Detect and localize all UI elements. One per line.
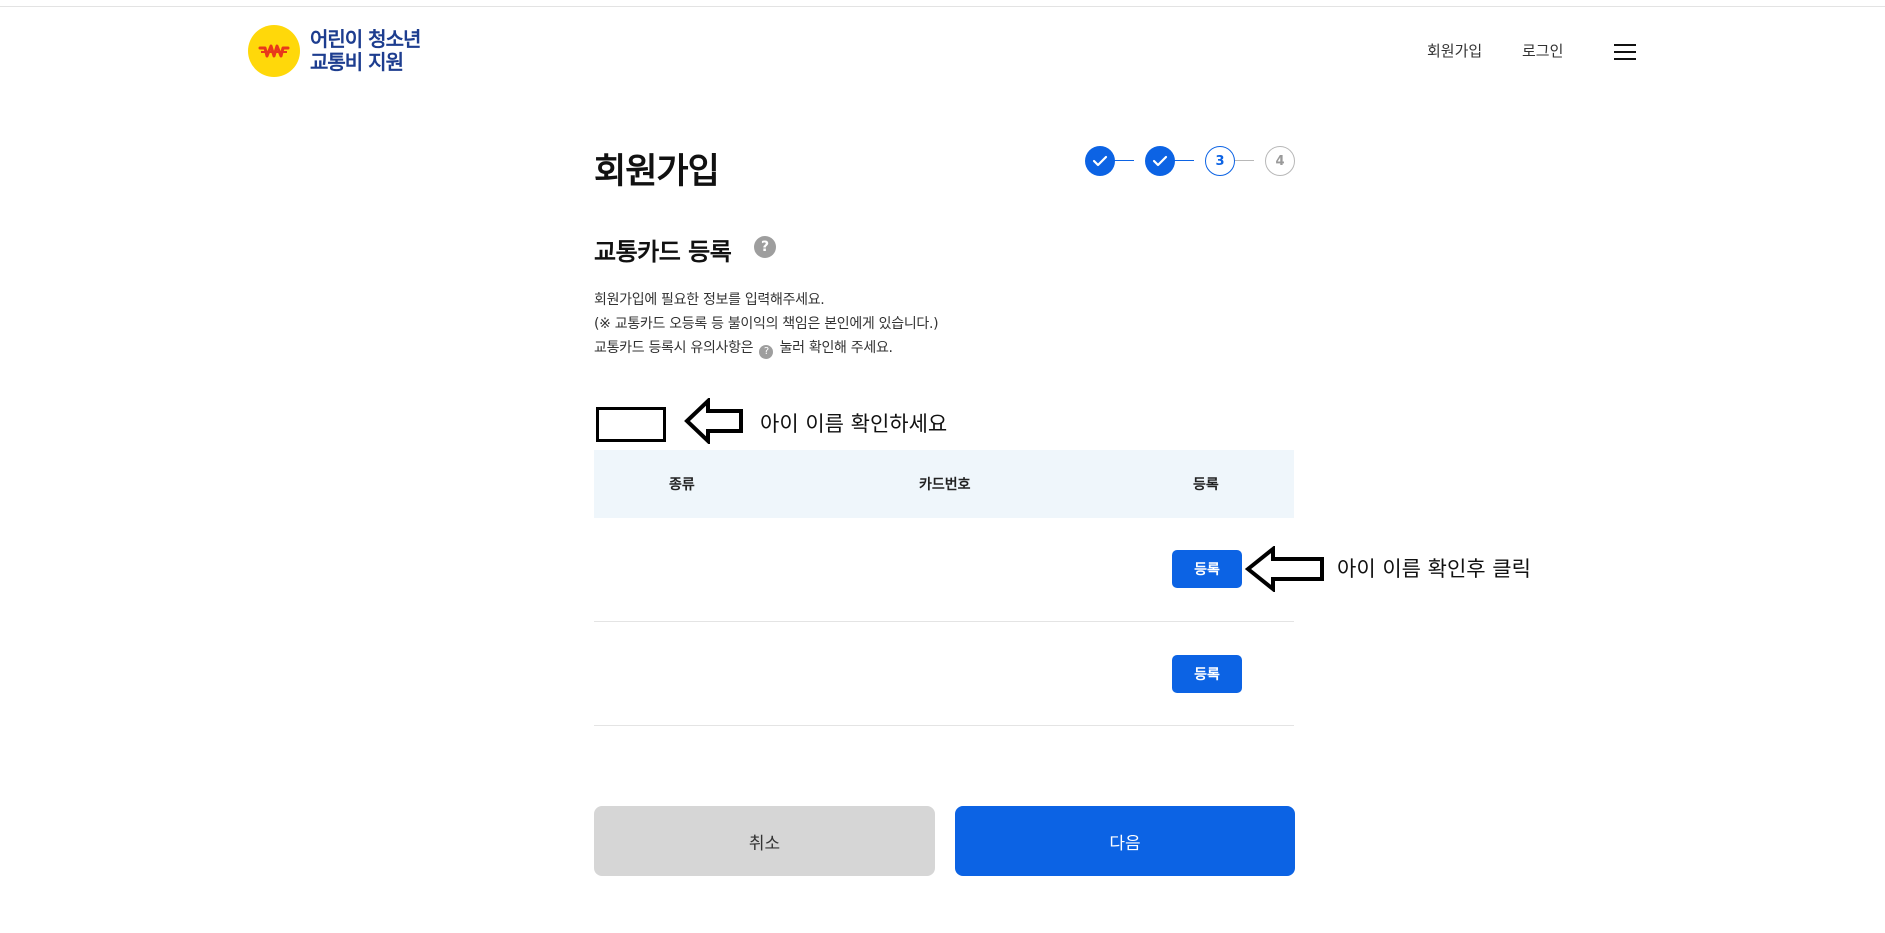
left-arrow-icon [1245,546,1324,592]
register-card-button[interactable]: 등록 [1172,655,1242,693]
logo-line2: 교통비 지원 [310,50,404,74]
page-title: 회원가입 [594,152,720,192]
nav-login-link[interactable]: 로그인 [1522,40,1563,61]
row-divider [594,621,1294,622]
annotation-name-check: 아이 이름 확인하세요 [760,412,948,436]
won-coin-icon [248,25,300,77]
cancel-button[interactable]: 취소 [594,806,935,876]
register-card-button[interactable]: 등록 [1172,550,1242,588]
column-header-card-number: 카드번호 [919,477,971,493]
step-connector [1174,160,1194,161]
menu-bar [1614,51,1636,53]
logo-line1: 어린이 청소년 [310,27,421,51]
column-header-register: 등록 [1193,477,1219,493]
logo-text: 어린이 청소년 교통비 지원 [310,27,421,74]
nav-signup-link[interactable]: 회원가입 [1427,40,1482,61]
left-arrow-icon [684,398,743,444]
next-button[interactable]: 다음 [955,806,1295,876]
menu-bar [1614,44,1636,46]
step-2-complete [1145,146,1175,176]
section-title: 교통카드 등록 [594,238,732,266]
menu-bar [1614,58,1636,60]
annotation-highlight-box [596,407,666,442]
desc-line: 교통카드 등록시 유의사항은 ? 눌러 확인해 주세요. [594,336,938,360]
column-header-type: 종류 [669,477,695,493]
step-3-current: 3 [1205,146,1235,176]
check-icon [1152,155,1168,167]
top-divider [0,6,1885,7]
step-1-complete [1085,146,1115,176]
annotation-click-after: 아이 이름 확인후 클릭 [1337,557,1531,581]
desc-text: 눌러 확인해 주세요. [779,340,893,356]
check-icon [1092,155,1108,167]
desc-text: 교통카드 등록시 유의사항은 [594,340,754,356]
help-icon[interactable]: ? [754,236,776,258]
site-logo[interactable]: 어린이 청소년 교통비 지원 [248,25,421,77]
help-inline-icon: ? [759,345,774,359]
section-description: 회원가입에 필요한 정보를 입력해주세요. (※ 교통카드 오등록 등 불이익의… [594,288,939,360]
desc-line: 회원가입에 필요한 정보를 입력해주세요. [594,292,825,308]
step-connector [1114,160,1134,161]
row-divider [594,725,1294,726]
menu-icon[interactable] [1614,44,1636,62]
step-connector [1234,160,1254,161]
step-4-pending: 4 [1265,146,1295,176]
desc-line: (※ 교통카드 오등록 등 불이익의 책임은 본인에게 있습니다.) [594,316,939,332]
